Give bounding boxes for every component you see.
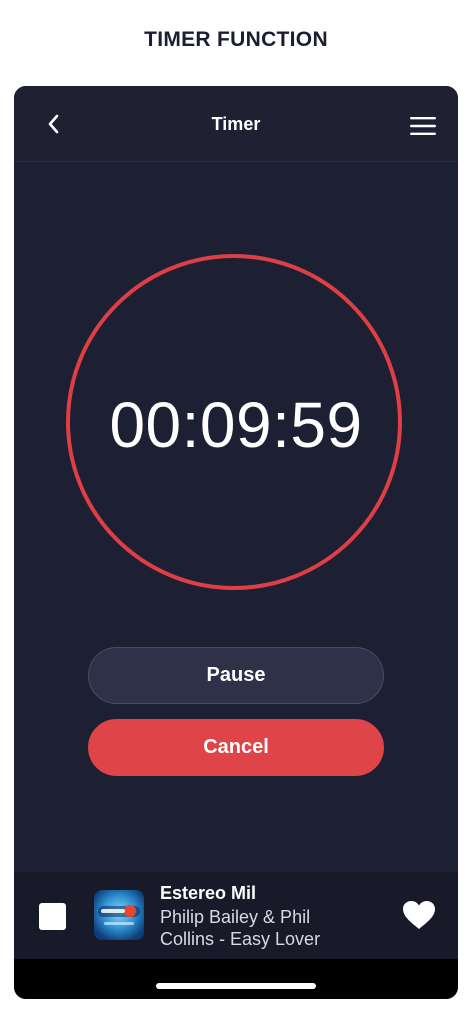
hamburger-menu-icon bbox=[410, 117, 436, 135]
cancel-button[interactable]: Cancel bbox=[88, 719, 384, 776]
station-name: Estereo Mil bbox=[160, 883, 257, 903]
pause-button[interactable]: Pause bbox=[88, 647, 384, 704]
system-bottom-bar bbox=[14, 959, 458, 999]
now-playing-bar[interactable]: Estereo Mil Philip Bailey & Phil Collins… bbox=[14, 872, 458, 959]
station-artwork bbox=[94, 890, 144, 940]
track-title: Philip Bailey & Phil Collins - Easy Love… bbox=[160, 907, 321, 949]
timer-display: 00:09:59 bbox=[109, 389, 363, 461]
favorite-button[interactable] bbox=[402, 900, 436, 930]
heart-icon bbox=[403, 901, 435, 929]
phone-screen: Timer 00:09:59 Pause Cancel Estereo Mil … bbox=[14, 86, 458, 999]
header-bar: Timer bbox=[14, 86, 458, 162]
header-title: Timer bbox=[211, 114, 261, 134]
page-title: TIMER FUNCTION bbox=[144, 28, 328, 51]
menu-button[interactable] bbox=[410, 116, 436, 136]
home-indicator[interactable] bbox=[156, 983, 316, 989]
stop-button[interactable] bbox=[39, 903, 66, 930]
